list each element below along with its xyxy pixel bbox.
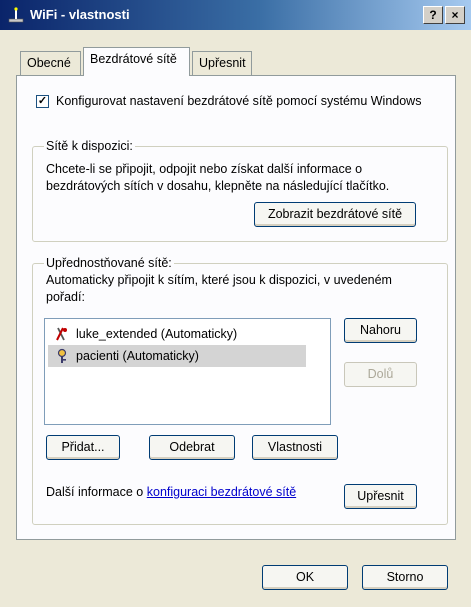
close-button[interactable]: × bbox=[445, 6, 465, 24]
available-networks-legend: Sítě k dispozici: bbox=[44, 139, 135, 153]
configure-windows-checkbox[interactable]: ✓ bbox=[36, 95, 49, 108]
list-item-luke-extended[interactable]: luke_extended (Automaticky) bbox=[48, 323, 306, 345]
list-item-pacienti[interactable]: pacienti (Automaticky) bbox=[48, 345, 306, 367]
tab-general-label: Obecné bbox=[27, 56, 71, 70]
preferred-description-line1: Automaticky připojit k sítím, které jsou… bbox=[46, 273, 392, 287]
preferred-networks-legend: Upřednostňované sítě: bbox=[44, 256, 174, 270]
properties-button[interactable]: Vlastnosti bbox=[252, 435, 338, 460]
cancel-button[interactable]: Storno bbox=[362, 565, 448, 590]
wireless-config-link[interactable]: konfiguraci bezdrátové sítě bbox=[147, 485, 296, 499]
move-down-button[interactable]: Dolů bbox=[344, 362, 417, 387]
network-key-icon bbox=[57, 348, 67, 363]
tab-general[interactable]: Obecné bbox=[20, 51, 81, 75]
available-description-line1: Chcete-li se připojit, odpojit nebo získ… bbox=[46, 162, 363, 176]
advanced-button[interactable]: Upřesnit bbox=[344, 484, 417, 509]
more-info-text: Další informace o konfiguraci bezdrátové… bbox=[46, 485, 296, 499]
network-name: pacienti (Automaticky) bbox=[76, 349, 199, 363]
move-up-button[interactable]: Nahoru bbox=[344, 318, 417, 343]
network-name: luke_extended (Automaticky) bbox=[76, 327, 238, 341]
show-wireless-networks-button[interactable]: Zobrazit bezdrátové sítě bbox=[254, 202, 416, 227]
more-info-prefix: Další informace o bbox=[46, 485, 144, 499]
configure-windows-label[interactable]: Konfigurovat nastavení bezdrátové sítě p… bbox=[56, 94, 421, 108]
tab-advanced-label: Upřesnit bbox=[199, 56, 246, 70]
network-warning-icon bbox=[56, 327, 67, 341]
preferred-networks-list[interactable]: luke_extended (Automaticky) pacienti (Au… bbox=[44, 318, 331, 425]
help-button[interactable]: ? bbox=[423, 6, 443, 24]
tab-wireless-networks-label: Bezdrátové sítě bbox=[90, 52, 177, 66]
tab-wireless-networks[interactable]: Bezdrátové sítě bbox=[83, 47, 190, 76]
preferred-description-line2: pořadí: bbox=[46, 290, 85, 304]
available-networks-group bbox=[32, 146, 448, 242]
remove-button[interactable]: Odebrat bbox=[149, 435, 235, 460]
available-description-line2: bezdrátových sítích v dosahu, klepněte n… bbox=[46, 179, 390, 193]
tab-advanced[interactable]: Upřesnit bbox=[192, 51, 252, 75]
title-bar[interactable]: WiFi - vlastnosti ? × bbox=[0, 0, 471, 30]
add-button[interactable]: Přidat... bbox=[46, 435, 120, 460]
network-connection-icon bbox=[8, 7, 24, 23]
ok-button[interactable]: OK bbox=[262, 565, 348, 590]
window-title: WiFi - vlastnosti bbox=[30, 7, 130, 22]
